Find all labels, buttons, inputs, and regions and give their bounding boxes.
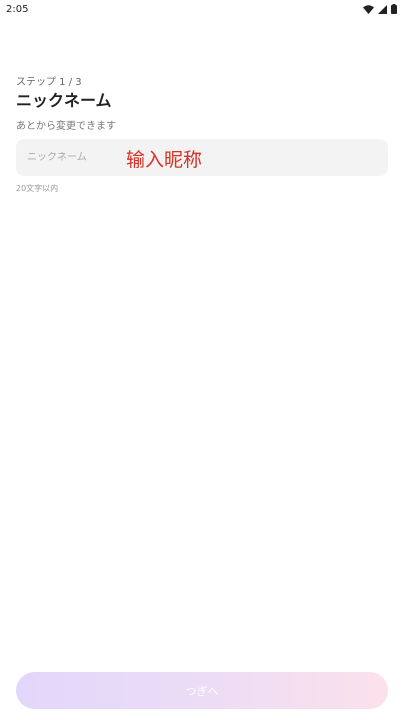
annotation-label: 输入昵称	[126, 149, 203, 171]
status-time: 2:05	[6, 3, 29, 15]
battery-icon	[391, 4, 397, 14]
signal-icon	[378, 4, 387, 14]
page-subtitle: あとから変更できます	[16, 121, 116, 132]
next-button[interactable]: つぎへ	[16, 672, 388, 709]
status-bar: 2:05	[0, 0, 403, 18]
status-icons	[363, 4, 397, 14]
nickname-helper-text: 20文字以内	[16, 184, 59, 193]
page-title: ニックネーム	[16, 91, 112, 110]
nickname-input[interactable]	[27, 152, 127, 163]
step-indicator: ステップ 1 / 3	[16, 77, 82, 88]
wifi-icon	[363, 4, 374, 14]
screen: 2:05 ステップ 1 / 3 ニックネーム あとから変更できます 输入昵称 2…	[0, 0, 403, 720]
